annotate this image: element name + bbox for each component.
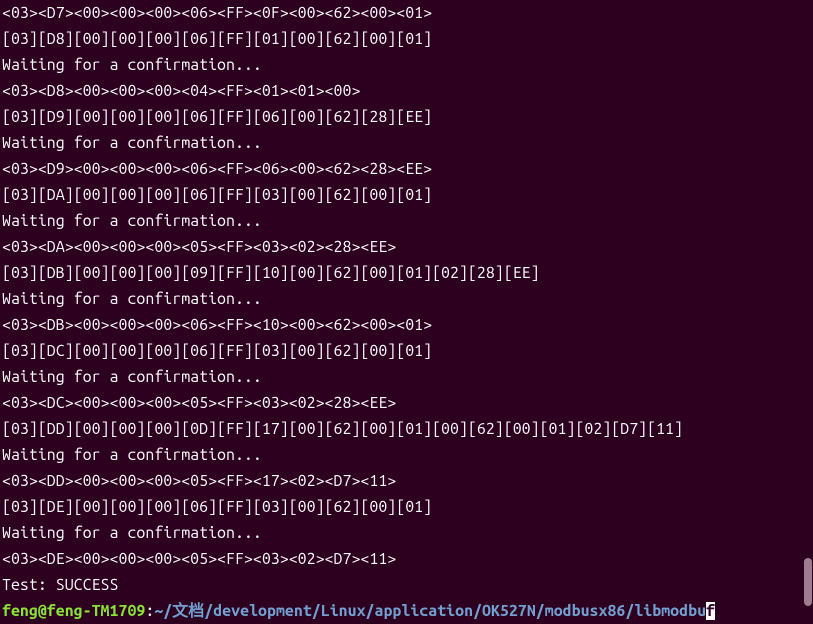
terminal-line: [03][D9][00][00][00][06][FF][06][00][62]… bbox=[2, 104, 813, 130]
terminal-line: [03][D8][00][00][00][06][FF][01][00][62]… bbox=[2, 26, 813, 52]
terminal-line: Waiting for a confirmation... bbox=[2, 364, 813, 390]
prompt-separator: : bbox=[145, 602, 154, 620]
terminal-prompt-line[interactable]: feng@feng-TM1709:~/文档/development/Linux/… bbox=[2, 598, 813, 624]
terminal-line: Waiting for a confirmation... bbox=[2, 442, 813, 468]
terminal-line: <03><D7><00><00><00><06><FF><0F><00><62>… bbox=[2, 0, 813, 26]
terminal-line: <03><DE><00><00><00><05><FF><03><02><D7>… bbox=[2, 546, 813, 572]
terminal-line: Test: SUCCESS bbox=[2, 572, 813, 598]
terminal-line: Waiting for a confirmation... bbox=[2, 286, 813, 312]
terminal-line: [03][DE][00][00][00][06][FF][03][00][62]… bbox=[2, 494, 813, 520]
terminal-line: <03><D9><00><00><00><06><FF><06><00><62>… bbox=[2, 156, 813, 182]
terminal-line: [03][DA][00][00][00][06][FF][03][00][62]… bbox=[2, 182, 813, 208]
terminal-line: Waiting for a confirmation... bbox=[2, 130, 813, 156]
prompt-path: ~/文档/development/Linux/application/OK527… bbox=[154, 602, 706, 620]
terminal-line: [03][DD][00][00][00][0D][FF][17][00][62]… bbox=[2, 416, 813, 442]
terminal-line: <03><DA><00><00><00><05><FF><03><02><28>… bbox=[2, 234, 813, 260]
terminal-line: [03][DC][00][00][00][06][FF][03][00][62]… bbox=[2, 338, 813, 364]
terminal-line: <03><DD><00><00><00><05><FF><17><02><D7>… bbox=[2, 468, 813, 494]
terminal-line: Waiting for a confirmation... bbox=[2, 520, 813, 546]
scrollbar-thumb[interactable] bbox=[804, 558, 812, 606]
terminal-line: Waiting for a confirmation... bbox=[2, 52, 813, 78]
prompt-user-host: feng@feng-TM1709 bbox=[2, 602, 145, 620]
terminal-line: <03><DC><00><00><00><05><FF><03><02><28>… bbox=[2, 390, 813, 416]
terminal-line: <03><DB><00><00><00><06><FF><10><00><62>… bbox=[2, 312, 813, 338]
terminal-line: Waiting for a confirmation... bbox=[2, 208, 813, 234]
terminal-line: [03][DB][00][00][00][09][FF][10][00][62]… bbox=[2, 260, 813, 286]
terminal-cursor: f bbox=[706, 602, 715, 620]
terminal-line: <03><D8><00><00><00><04><FF><01><01><00> bbox=[2, 78, 813, 104]
terminal-output[interactable]: <03><D7><00><00><00><06><FF><0F><00><62>… bbox=[2, 0, 813, 624]
